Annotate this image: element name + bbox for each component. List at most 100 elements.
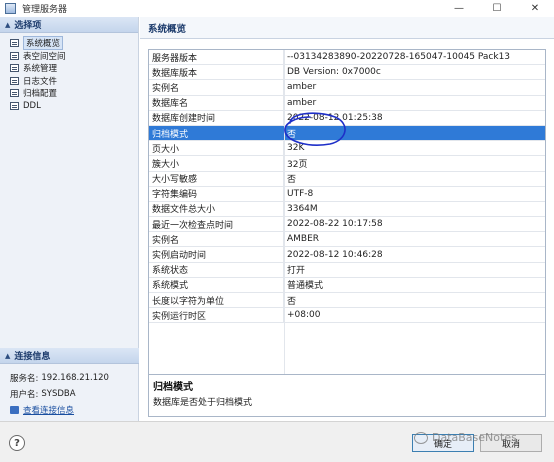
property-key: 实例名 [149, 80, 284, 95]
window-title: 管理服务器 [22, 5, 68, 15]
property-row[interactable]: 实例启动时间 2022-08-12 10:46:28 [149, 247, 545, 263]
property-rows: 服务器版本 --03134283890-20220728-165047-10045… [149, 50, 545, 324]
page-icon [10, 101, 19, 110]
property-row[interactable]: 字符集编码 UTF-8 [149, 186, 545, 202]
property-value: DB Version: 0x7000c [287, 67, 381, 78]
main-panel: 系统概览 服务器版本 --03134283890-20220728-165047-… [140, 17, 554, 421]
property-value: 32K [287, 143, 305, 154]
user-row: 用户名: SYSDBA [10, 386, 139, 402]
property-row[interactable]: 系统模式 普通模式 [149, 277, 545, 293]
property-value: amber [287, 82, 317, 93]
property-key: 数据库创建时间 [149, 110, 284, 125]
watermark: DataBaseNotes [414, 431, 517, 444]
grid-column-divider [284, 50, 285, 383]
page-icon [10, 64, 19, 73]
sidebar-item-overview[interactable]: 系统概览 [0, 36, 138, 51]
sidebar-item-system-management[interactable]: 系统管理 [0, 62, 138, 75]
connection-body: 服务名: 192.168.21.120 用户名: SYSDBA 查看连接信息 [0, 364, 139, 418]
dialog-footer: ? 确定 取消 DataBaseNotes [0, 421, 554, 462]
help-icon[interactable]: ? [9, 435, 25, 451]
property-row[interactable]: 数据库版本 DB Version: 0x7000c [149, 65, 545, 81]
window-controls: — ☐ ✕ [440, 0, 554, 17]
property-value: 否 [287, 296, 297, 307]
chevron-up-icon: ▲ [5, 20, 11, 29]
property-row[interactable]: 数据文件总大小 3364M [149, 201, 545, 218]
property-row[interactable]: 服务器版本 --03134283890-20220728-165047-10045… [149, 50, 545, 66]
sidebar-nav: 系统概览 表空间空间 系统管理 日志文件 归档配置 DDL [0, 33, 138, 112]
property-value: 打开 [287, 266, 306, 277]
minimize-button[interactable]: — [440, 0, 478, 17]
watermark-text: DataBaseNotes [432, 431, 517, 444]
property-row-selected[interactable]: 归档模式否 [149, 125, 545, 142]
sidebar: ▲ 选择项 系统概览 表空间空间 系统管理 日志文件 归档配置 DDL ▲ 连接… [0, 17, 139, 421]
property-key: 实例启动时间 [149, 247, 284, 262]
property-key: 簇大小 [149, 156, 284, 171]
property-row[interactable]: 实例运行时区 +08:00 [149, 308, 545, 324]
user-label: 用户名: [10, 390, 39, 400]
description-text: 数据库是否处于归档模式 [153, 398, 253, 408]
property-key: 数据库版本 [149, 65, 284, 80]
connection-info-section: ▲ 连接信息 服务名: 192.168.21.120 用户名: SYSDBA 查… [0, 348, 139, 418]
sidebar-item-label: 表空间空间 [23, 51, 66, 62]
property-value: UTF-8 [287, 188, 314, 199]
sidebar-item-label: 日志文件 [23, 76, 58, 87]
property-row[interactable]: 系统状态 打开 [149, 262, 545, 278]
property-row[interactable]: 数据库名 amber [149, 95, 545, 111]
property-value: +08:00 [287, 310, 321, 321]
sidebar-item-label: DDL [23, 100, 41, 111]
sidebar-item-ddl[interactable]: DDL [0, 100, 138, 113]
property-key: 大小写敏感 [149, 171, 284, 186]
sidebar-item-archive-config[interactable]: 归档配置 [0, 87, 138, 100]
property-value: AMBER [287, 234, 320, 245]
property-key: 系统模式 [149, 277, 284, 292]
property-key: 最近一次检查点时间 [149, 217, 284, 232]
server-row: 服务名: 192.168.21.120 [10, 370, 139, 386]
close-button[interactable]: ✕ [516, 0, 554, 17]
property-row[interactable]: 实例名 amber [149, 80, 545, 96]
page-title: 系统概览 [140, 17, 554, 39]
property-row[interactable]: 数据库创建时间 2022-08-12 01:25:38 [149, 110, 545, 126]
app-icon [5, 3, 16, 14]
property-key: 字符集编码 [149, 186, 284, 201]
sidebar-header-label: 选择项 [14, 21, 42, 31]
property-value: 32页 [287, 159, 308, 170]
property-value: 3364M [287, 203, 318, 214]
view-connection-label: 查看连接信息 [23, 406, 75, 416]
property-key: 长度以字符为单位 [149, 293, 284, 308]
page-icon [10, 89, 19, 98]
maximize-button[interactable]: ☐ [478, 0, 516, 17]
property-value: 2022-08-12 10:46:28 [287, 249, 383, 260]
property-value: amber [287, 97, 317, 108]
chevron-up-icon: ▲ [5, 351, 11, 360]
property-key: 服务器版本 [149, 50, 284, 65]
view-connection-link[interactable]: 查看连接信息 [10, 404, 74, 416]
property-value: 普通模式 [287, 281, 324, 292]
sidebar-item-tablespace[interactable]: 表空间空间 [0, 50, 138, 63]
property-key: 页大小 [149, 141, 284, 156]
server-label: 服务名: [10, 374, 39, 384]
property-row[interactable]: 簇大小 32页 [149, 156, 545, 172]
property-key: 系统状态 [149, 262, 284, 277]
description-title: 归档模式 [153, 382, 193, 393]
property-key: 数据库名 [149, 95, 284, 110]
connection-header[interactable]: ▲ 连接信息 [0, 348, 139, 364]
property-value: 2022-08-22 10:17:58 [287, 219, 383, 230]
user-value: SYSDBA [41, 389, 76, 399]
property-row[interactable]: 实例名 AMBER [149, 232, 545, 248]
property-key: 数据文件总大小 [149, 201, 284, 217]
property-row[interactable]: 长度以字符为单位否 [149, 293, 545, 309]
property-row[interactable]: 最近一次检查点时间 2022-08-22 10:17:58 [149, 217, 545, 233]
connection-icon [10, 406, 19, 414]
connection-header-label: 连接信息 [14, 352, 51, 362]
sidebar-item-log-files[interactable]: 日志文件 [0, 75, 138, 88]
property-key: 归档模式 [149, 125, 284, 141]
property-row[interactable]: 大小写敏感否 [149, 171, 545, 187]
page-icon [10, 76, 19, 85]
page-icon [10, 39, 19, 48]
property-key: 实例名 [149, 232, 284, 247]
property-row[interactable]: 页大小 32K [149, 141, 545, 157]
property-value: --03134283890-20220728-165047-10045 Pack… [287, 52, 511, 63]
property-value: 2022-08-12 01:25:38 [287, 112, 383, 123]
server-value: 192.168.21.120 [41, 373, 109, 383]
sidebar-header[interactable]: ▲ 选择项 [0, 17, 138, 33]
